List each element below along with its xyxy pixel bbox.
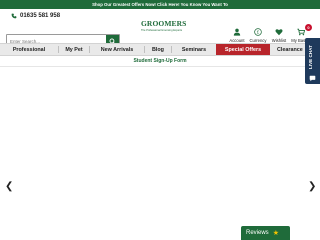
live-chat-label: LIVE CHAT: [308, 45, 313, 69]
nav-item-blog[interactable]: Blog: [145, 44, 171, 55]
carousel-prev-icon[interactable]: ❮: [5, 182, 13, 192]
basket-count-badge: 0: [305, 24, 312, 31]
reviews-widget[interactable]: Reviews ★: [241, 226, 290, 240]
star-icon: ★: [272, 230, 279, 237]
chat-bubble-icon: [309, 75, 316, 82]
nav-item-professional[interactable]: Professional: [0, 44, 58, 55]
main-nav: Professional My Pet New Arrivals Blog Se…: [0, 43, 320, 56]
currency-symbol: £: [257, 30, 260, 35]
site-header: 01635 581 958 GROOMERS The Professional …: [0, 9, 320, 49]
logo-name: GROOMERS: [141, 19, 187, 28]
nav-item-seminars[interactable]: Seminars: [172, 44, 216, 55]
phone-text: 01635 581 958: [20, 13, 61, 19]
basket-icon: [297, 28, 305, 36]
student-signup-link[interactable]: Student Sign-Up Form: [0, 58, 320, 64]
phone-number[interactable]: 01635 581 958: [11, 13, 60, 19]
nav-item-my-pet[interactable]: My Pet: [59, 44, 89, 55]
reviews-label: Reviews: [246, 230, 269, 236]
content-divider: [0, 66, 320, 67]
nav-item-special-offers[interactable]: Special Offers: [216, 44, 270, 55]
currency-icon: £: [254, 28, 262, 36]
promo-text[interactable]: Shop Our Greatest Offers Now! Click Here…: [92, 2, 228, 7]
site-logo[interactable]: GROOMERS The Professional Grooming Exper…: [141, 19, 187, 32]
promo-bar[interactable]: Shop Our Greatest Offers Now! Click Here…: [0, 0, 320, 9]
carousel-next-icon[interactable]: ❯: [308, 182, 316, 192]
heart-icon: [275, 29, 283, 36]
phone-icon: [11, 13, 17, 19]
user-icon: [233, 28, 241, 36]
logo-tagline: The Professional Grooming Experts: [141, 28, 183, 32]
nav-item-new-arrivals[interactable]: New Arrivals: [90, 44, 144, 55]
live-chat-tab[interactable]: LIVE CHAT: [305, 38, 320, 84]
